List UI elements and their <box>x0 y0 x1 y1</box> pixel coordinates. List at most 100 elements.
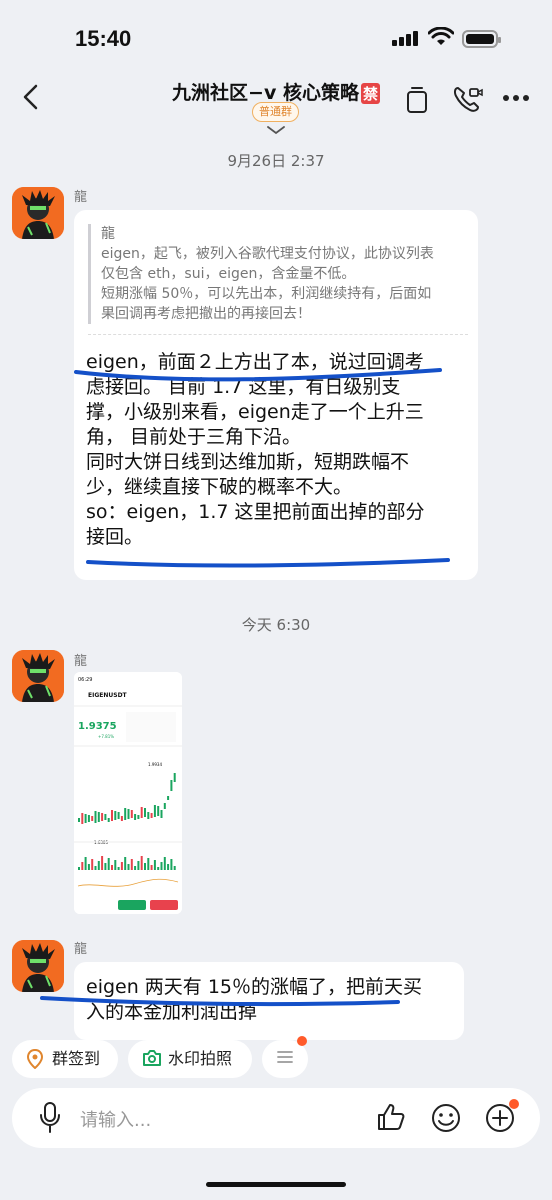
volume-bar <box>124 857 127 870</box>
image-message[interactable]: 06:29 EIGENUSDT 1.9375 +7.81% 1.9934 1.6… <box>74 672 182 914</box>
check-in-label: 群签到 <box>52 1049 101 1068</box>
avatar[interactable] <box>12 940 64 992</box>
volume-bar <box>167 864 170 870</box>
mute-badge: 禁 <box>360 83 380 104</box>
volume-bar <box>137 861 140 870</box>
volume-bar <box>147 858 150 870</box>
volume-bar <box>117 867 120 870</box>
candle <box>101 813 104 821</box>
candle <box>94 811 97 823</box>
candle <box>163 803 166 809</box>
image-price: 1.9375 <box>78 721 117 732</box>
candle <box>137 815 140 819</box>
sender-name: 龍 <box>74 942 88 957</box>
avatar[interactable] <box>12 650 64 702</box>
sender-name: 龍 <box>74 190 88 205</box>
message-input[interactable]: 请输入... <box>80 1106 151 1132</box>
volume-bar <box>114 860 117 870</box>
message-line: 接回。 <box>86 526 144 548</box>
candle <box>97 812 100 822</box>
volume-bar <box>140 856 143 870</box>
chat-header: 九洲社区−v 核心策略禁 普通群 <box>0 70 552 140</box>
quote-line: 短期涨幅 50％，可以先出本，利润继续持有，后面如 <box>101 286 432 302</box>
chevron-down-icon[interactable] <box>266 125 286 135</box>
battery-icon <box>462 30 501 48</box>
group-type-tag: 普通群 <box>252 102 299 122</box>
candle <box>160 810 163 818</box>
volume-bar <box>91 859 94 870</box>
message-line: 撑，小级别来看，eigen走了一个上升三 <box>86 401 424 423</box>
candle <box>124 808 127 820</box>
volume-bar <box>130 859 133 870</box>
avatar[interactable] <box>12 187 64 239</box>
volume-bar <box>78 867 80 870</box>
candle <box>78 818 80 822</box>
more-icon[interactable] <box>502 94 530 102</box>
check-in-button[interactable]: 群签到 <box>12 1040 118 1078</box>
image-change: +7.81% <box>98 734 114 739</box>
video-call-icon[interactable] <box>452 84 484 114</box>
message-line: 少，继续直接下破的概率不大。 <box>86 476 353 498</box>
watermark-photo-button[interactable]: 水印拍照 <box>128 1040 252 1078</box>
volume-bar <box>120 862 123 870</box>
candle <box>150 813 153 818</box>
volume-bar <box>81 862 84 870</box>
volume-bar <box>144 863 146 870</box>
quote-line: 果回调再考虑把撤出的再接回去！ <box>101 306 311 322</box>
status-bar: 15:40 <box>0 0 552 70</box>
candle <box>91 816 94 821</box>
image-pair: EIGENUSDT <box>88 692 128 699</box>
menu-lines-icon <box>277 1051 293 1063</box>
microphone-icon[interactable] <box>38 1101 62 1135</box>
candle <box>117 812 120 819</box>
candle <box>167 796 170 800</box>
camera-icon <box>143 1050 161 1066</box>
input-bar: 请输入... <box>12 1088 540 1148</box>
volume-bar <box>84 857 87 870</box>
volume-bar <box>150 865 153 870</box>
volume-bar <box>87 864 90 870</box>
quote-line: eigen，起飞，被列入谷歌代理支付协议，此协议列表 <box>101 246 434 262</box>
volume-bar <box>97 861 100 870</box>
volume-bar <box>134 866 137 870</box>
location-pin-icon <box>26 1049 44 1069</box>
volume-bar <box>101 856 104 870</box>
emoji-icon[interactable] <box>430 1102 462 1134</box>
thumbs-up-icon[interactable] <box>376 1102 406 1132</box>
candle <box>111 810 113 821</box>
chat-title-text: 九洲社区−v 核心策略 <box>172 82 359 104</box>
volume-bar <box>157 867 160 870</box>
candle <box>153 805 156 817</box>
candle <box>120 816 123 821</box>
volume-bar <box>153 860 156 870</box>
volume-bar <box>163 857 166 870</box>
message-line: eigen，前面２上方出了本，说过回调考 <box>86 351 424 373</box>
candle <box>127 809 130 819</box>
candle <box>147 812 150 819</box>
candle <box>144 808 146 817</box>
candle <box>104 814 107 820</box>
candle <box>130 810 133 818</box>
volume-bar <box>107 858 110 870</box>
status-time: 15:40 <box>75 26 132 51</box>
candle <box>173 773 176 782</box>
wifi-icon <box>428 27 454 45</box>
quote-line: 仅包含 eth，sui，eigen，含金量不低。 <box>101 266 356 282</box>
candle <box>140 807 143 818</box>
volume-bar <box>173 866 176 870</box>
candle <box>87 815 90 822</box>
image-peak: 1.9934 <box>148 762 162 767</box>
candle <box>157 806 160 816</box>
cellular-signal-icon <box>392 30 420 46</box>
sender-name: 龍 <box>74 654 88 669</box>
volume-bar <box>104 863 107 870</box>
home-indicator <box>206 1182 346 1187</box>
clipboard-icon[interactable] <box>404 84 430 114</box>
quoted-message[interactable]: 龍 eigen，起飞，被列入谷歌代理支付协议，此协议列表 仅包含 eth，sui… <box>88 224 468 324</box>
notification-dot <box>297 1036 307 1046</box>
candle <box>107 818 110 822</box>
volume-bar <box>111 865 113 870</box>
message-line: 角， 目前处于三角下沿。 <box>86 426 302 448</box>
message-line: so：eigen，1.7 这里把前面出掉的部分 <box>86 501 425 523</box>
message-line: 同时大饼日线到达维加斯，短期跌幅不 <box>86 451 410 473</box>
